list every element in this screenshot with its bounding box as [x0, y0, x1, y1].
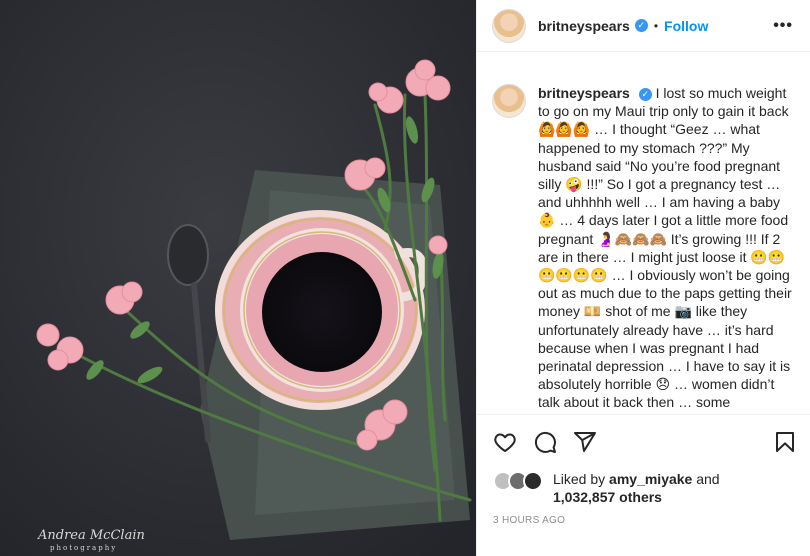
follow-button[interactable]: Follow: [664, 18, 708, 34]
photo-watermark: Andrea McClain photography: [38, 528, 145, 554]
caption-username[interactable]: britneyspears: [538, 85, 630, 101]
coffee-flowers-photo: [0, 0, 476, 556]
heart-icon[interactable]: [493, 430, 517, 454]
author-avatar[interactable]: [492, 8, 526, 43]
comment-icon[interactable]: [533, 430, 557, 454]
author-username[interactable]: britneyspears: [538, 18, 630, 34]
caption: britneyspears ✓ I lost so much weight to…: [492, 84, 798, 412]
post-timestamp[interactable]: 3 HOURS AGO: [493, 515, 565, 526]
likes-summary: Liked by amy_miyake and 1,032,857 others: [493, 470, 720, 506]
caption-text: britneyspears ✓ I lost so much weight to…: [538, 84, 798, 412]
liked-by-label: Liked by: [553, 471, 606, 487]
paper-plane-icon[interactable]: [573, 430, 597, 454]
comments-area[interactable]: britneyspears ✓ I lost so much weight to…: [477, 52, 810, 415]
likes-conjunction: and: [696, 471, 720, 487]
verified-badge-icon: ✓: [634, 19, 648, 32]
post-image[interactable]: Andrea McClain photography: [0, 0, 476, 556]
liker-avatar: [523, 471, 543, 491]
caption-body: I lost so much weight to go on my Maui t…: [538, 85, 792, 411]
bookmark-icon[interactable]: [773, 430, 797, 454]
verified-badge-icon: ✓: [638, 87, 652, 101]
watermark-name: Andrea McClain: [38, 528, 145, 543]
liker-avatars[interactable]: [493, 471, 547, 493]
likes-count[interactable]: 1,032,857 others: [553, 489, 662, 505]
action-bar: [477, 416, 810, 466]
watermark-sub: photography: [50, 544, 118, 552]
caption-avatar[interactable]: [492, 84, 526, 118]
liker-username[interactable]: amy_miyake: [609, 471, 692, 487]
post-header: britneyspears ✓ • Follow •••: [477, 0, 810, 52]
more-options-icon[interactable]: •••: [773, 17, 793, 35]
likes-text: Liked by amy_miyake and 1,032,857 others: [553, 470, 720, 506]
separator-dot: •: [653, 18, 659, 33]
post-panel: britneyspears ✓ • Follow ••• britneyspea…: [476, 0, 810, 556]
